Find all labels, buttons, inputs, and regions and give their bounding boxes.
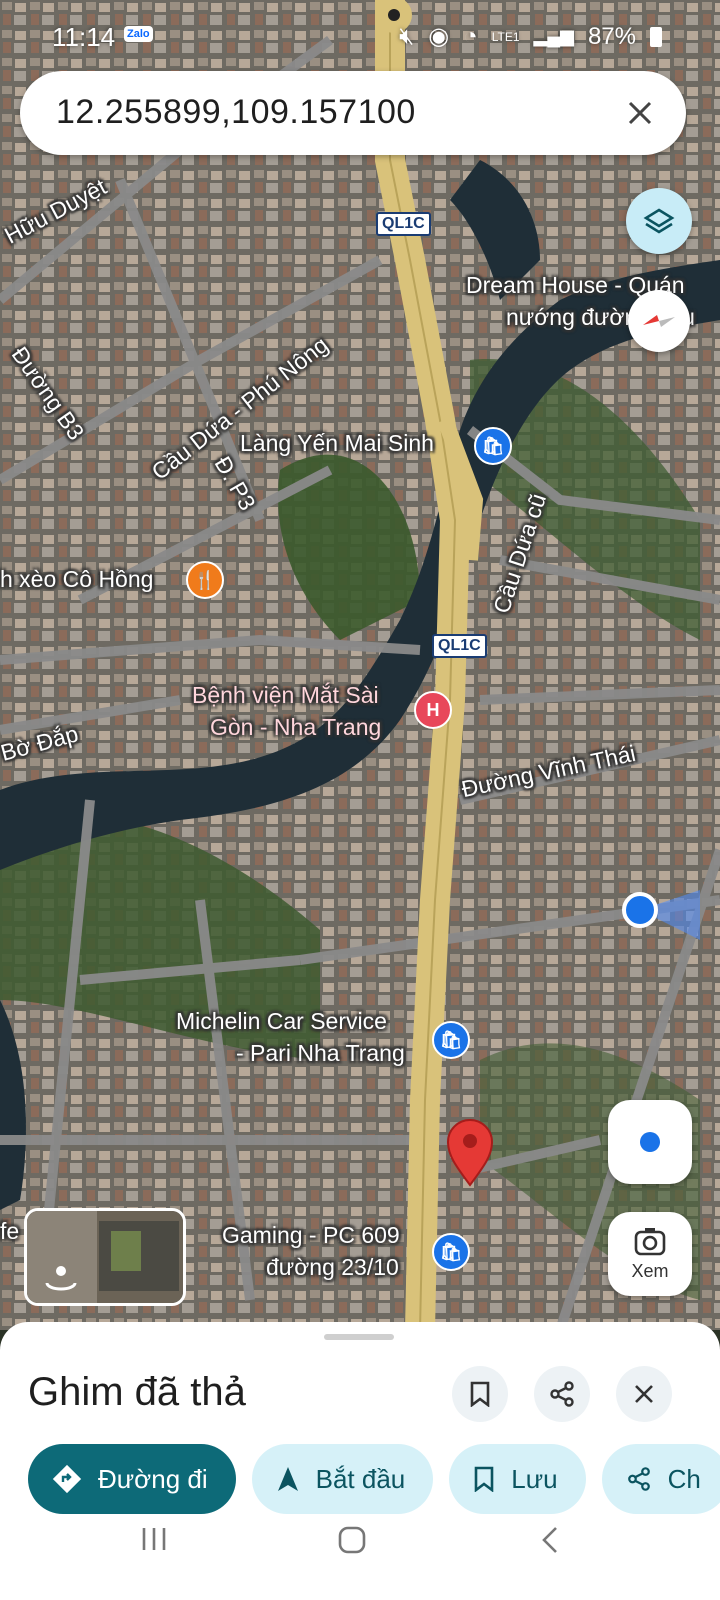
battery-text: 87%: [587, 22, 636, 50]
close-icon[interactable]: [616, 89, 664, 137]
poi-label[interactable]: Bệnh viện Mắt Sài: [192, 682, 379, 709]
start-label: Bắt đầu: [315, 1463, 406, 1494]
compass-icon: [643, 315, 675, 327]
save-label: Lưu: [511, 1463, 558, 1494]
current-location-dot: [622, 892, 658, 928]
highway-shield: QL1C: [432, 634, 487, 658]
directions-icon: [52, 1464, 82, 1494]
hospital-icon[interactable]: H: [414, 691, 452, 729]
search-input[interactable]: 12.255899,109.157100: [56, 93, 416, 132]
lens-icon: [634, 1227, 666, 1255]
layers-icon: [643, 208, 675, 234]
close-icon: [635, 1385, 653, 1403]
location-icon: ◉: [428, 23, 450, 50]
battery-icon: [650, 26, 662, 47]
layers-button[interactable]: [626, 188, 692, 254]
signal-icon: ▂▄▆: [533, 26, 574, 46]
share-icon-button[interactable]: [534, 1366, 590, 1422]
poi-label[interactable]: Gaming - PC 609: [222, 1222, 400, 1249]
shopping-bag-icon[interactable]: 🛍: [432, 1233, 470, 1271]
highway-shield: QL1C: [376, 212, 431, 236]
street-view-thumbnail[interactable]: [24, 1208, 186, 1306]
status-bar: 11:14 Zalo 🔇︎ ◉ ◔ LTE1 ▂▄▆ 87%: [0, 0, 720, 70]
status-icons: 🔇︎ ◉ ◔ LTE1 ▂▄▆ 87%: [399, 22, 662, 51]
restaurant-icon[interactable]: 🍴: [186, 561, 224, 599]
home-icon[interactable]: [338, 1526, 366, 1562]
shopping-bag-icon[interactable]: 🛍: [474, 427, 512, 465]
poi-label[interactable]: Gòn - Nha Trang: [210, 714, 381, 741]
share-label: Ch: [667, 1463, 701, 1494]
recents-icon[interactable]: [140, 1526, 168, 1560]
my-location-button[interactable]: [608, 1100, 692, 1184]
bookmark-icon: [473, 1466, 495, 1492]
poi-label[interactable]: - Pari Nha Trang: [236, 1040, 405, 1067]
poi-label[interactable]: Michelin Car Service: [176, 1008, 387, 1035]
save-icon-button[interactable]: [452, 1366, 508, 1422]
share-icon: [626, 1466, 652, 1492]
navigation-arrow-icon: [276, 1465, 300, 1493]
mute-icon: 🔇︎: [399, 22, 415, 50]
network-label: LTE1: [491, 29, 520, 44]
drag-handle[interactable]: [324, 1334, 394, 1340]
wifi-icon: ◔: [463, 22, 478, 50]
poi-label[interactable]: đường 23/10: [266, 1254, 399, 1281]
street-view-preview: [27, 1211, 183, 1303]
place-title: Ghim đã thả: [28, 1370, 246, 1414]
system-nav-bar: [0, 1500, 720, 1600]
notification-app-badge: Zalo: [124, 26, 153, 42]
bookmark-icon: [470, 1381, 490, 1407]
lens-label: Xem: [631, 1260, 669, 1281]
edge-label: fe: [0, 1218, 20, 1244]
poi-label[interactable]: Làng Yến Mai Sinh: [240, 430, 434, 457]
share-icon: [550, 1381, 574, 1407]
back-icon[interactable]: [540, 1526, 560, 1562]
my-location-icon: [640, 1132, 660, 1152]
search-bar[interactable]: 12.255899,109.157100: [20, 71, 686, 155]
status-time: 11:14: [52, 22, 116, 52]
directions-label: Đường đi: [98, 1463, 208, 1494]
close-sheet-button[interactable]: [616, 1366, 672, 1422]
lens-button[interactable]: Xem: [608, 1212, 692, 1296]
shopping-bag-icon[interactable]: 🛍: [432, 1021, 470, 1059]
poi-label[interactable]: h xèo Cô Hồng: [0, 566, 153, 593]
compass-button[interactable]: [628, 290, 690, 352]
